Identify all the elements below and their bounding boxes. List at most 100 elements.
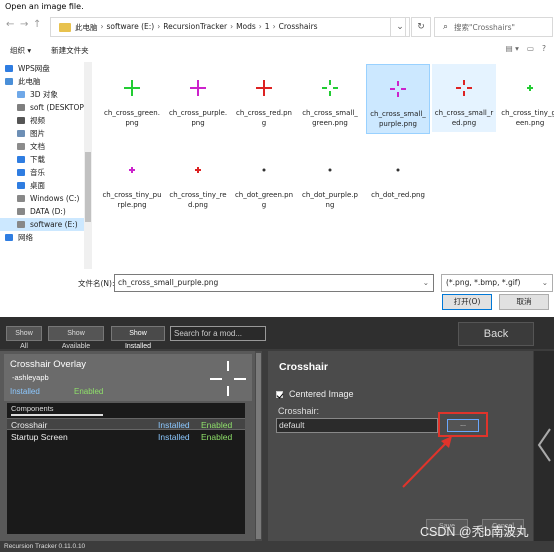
chevron-down-icon[interactable]: ⌄: [423, 275, 429, 291]
nav-item[interactable]: 图片: [0, 127, 91, 140]
nav-item[interactable]: WPS网盘: [0, 62, 91, 75]
crosshair-image-icon: [124, 80, 140, 96]
detail-title: Crosshair: [279, 361, 329, 373]
nav-item[interactable]: DATA (D:): [0, 205, 91, 218]
breadcrumb-separator-icon[interactable]: ›: [230, 22, 233, 33]
file-item[interactable]: ch_cross_red.png: [232, 64, 296, 132]
back-arrow-icon[interactable]: ←: [6, 19, 14, 30]
filename-value: ch_cross_small_purple.png: [118, 278, 219, 287]
breadcrumb-item[interactable]: software (E:): [107, 22, 155, 33]
file-thumbnail: [182, 154, 214, 186]
component-row-crosshair[interactable]: Crosshair Installed Enabled: [7, 418, 245, 430]
file-thumbnail: [448, 72, 480, 104]
filename-input[interactable]: ch_cross_small_purple.png ⌄: [114, 274, 434, 292]
breadcrumb-separator-icon[interactable]: ›: [273, 22, 276, 33]
filename-row: 文件名(N): ch_cross_small_purple.png ⌄ (*.p…: [0, 272, 554, 294]
up-arrow-icon[interactable]: ↑: [33, 19, 41, 30]
address-bar[interactable]: 此电脑 › software (E:) › RecursionTracker › Mods ›…: [50, 17, 406, 37]
browse-button[interactable]: ...: [447, 419, 479, 432]
file-item[interactable]: ch_dot_purple.png: [298, 146, 362, 214]
refresh-icon[interactable]: ↻: [411, 17, 431, 37]
breadcrumb-separator-icon[interactable]: ›: [157, 22, 160, 33]
mod-author: -ashleyapb: [12, 373, 49, 382]
organize-menu[interactable]: 组织 ▾: [10, 45, 31, 56]
app-version: Recursion Tracker 0.11.0.10: [4, 543, 86, 550]
chevron-left-icon: [537, 428, 551, 462]
mod-list-scrollbar[interactable]: [255, 351, 262, 541]
nav-item[interactable]: soft (DESKTOP: [0, 101, 91, 114]
help-icon[interactable]: ?: [542, 44, 546, 53]
mod-list-scrollbar-thumb[interactable]: [256, 353, 261, 539]
nav-item[interactable]: 此电脑: [0, 75, 91, 88]
show-available-button[interactable]: Show Available: [48, 326, 104, 350]
file-item[interactable]: ch_cross_small_red.png: [432, 64, 496, 132]
breadcrumb-item[interactable]: Crosshairs: [279, 22, 318, 33]
file-item[interactable]: ch_cross_small_purple.png: [366, 64, 430, 134]
nav-item-icon: [17, 195, 25, 202]
nav-item-label: software (E:): [30, 220, 78, 229]
nav-item-icon: [5, 234, 13, 241]
nav-item[interactable]: 视频: [0, 114, 91, 127]
file-item[interactable]: ch_dot_red.png: [366, 146, 430, 204]
address-dropdown-icon[interactable]: ⌄: [390, 17, 410, 37]
cancel-button[interactable]: 取消: [499, 294, 549, 310]
nav-item[interactable]: 下载: [0, 153, 91, 166]
view-options-icon[interactable]: ▤ ▾: [506, 44, 519, 53]
nav-item[interactable]: 3D 对象: [0, 88, 91, 101]
crosshair-path-input[interactable]: default: [276, 418, 438, 433]
show-installed-button[interactable]: Show Installed: [111, 326, 165, 350]
file-item[interactable]: ch_cross_small_green.png: [298, 64, 362, 132]
file-thumbnail: [248, 154, 280, 186]
component-row-startup-screen[interactable]: Startup Screen Installed Enabled: [7, 431, 245, 443]
nav-item-icon: [17, 182, 25, 189]
crosshair-image-icon: [262, 168, 266, 172]
nav-item[interactable]: Windows (C:): [0, 192, 91, 205]
nav-scrollbar[interactable]: [84, 62, 92, 269]
file-name: ch_cross_purple.png: [168, 109, 228, 127]
file-item[interactable]: ch_cross_tiny_purple.png: [100, 146, 164, 214]
file-item[interactable]: ch_cross_tiny_green.png: [498, 64, 554, 132]
chevron-down-icon[interactable]: ⌄: [542, 275, 548, 291]
nav-item[interactable]: 音乐: [0, 166, 91, 179]
file-thumbnail: [248, 72, 280, 104]
file-name: ch_cross_small_purple.png: [370, 110, 426, 128]
preview-pane-icon[interactable]: ▭: [527, 44, 534, 53]
filetype-select[interactable]: (*.png, *.bmp, *.gif) ⌄: [441, 274, 553, 292]
top-bar: Show All Show Available Show Installed S…: [0, 317, 554, 350]
show-all-button[interactable]: Show All: [6, 326, 42, 350]
navigation-pane: WPS网盘 此电脑 3D 对象 soft (DESKTOP 视频 图片 文档 下载音乐桌面 Wi…: [0, 62, 92, 269]
breadcrumb-item[interactable]: 1: [265, 22, 270, 33]
file-item[interactable]: ch_cross_green.png: [100, 64, 164, 132]
file-item[interactable]: ch_dot_green.png: [232, 146, 296, 214]
breadcrumb-separator-icon[interactable]: ›: [259, 22, 262, 33]
new-folder-button[interactable]: 新建文件夹: [51, 45, 89, 56]
next-page-arrow[interactable]: [534, 351, 554, 541]
search-box[interactable]: ⌕ 搜索"Crosshairs": [434, 17, 553, 37]
nav-item[interactable]: 桌面: [0, 179, 91, 192]
mod-search-input[interactable]: Search for a mod...: [170, 326, 266, 341]
file-item[interactable]: ch_cross_tiny_red.png: [166, 146, 230, 214]
breadcrumb-item[interactable]: Mods: [236, 22, 256, 33]
centered-image-checkbox[interactable]: [276, 391, 283, 398]
breadcrumb-separator-icon[interactable]: ›: [101, 22, 104, 33]
nav-item-icon: [17, 208, 25, 215]
nav-item-icon: [17, 156, 25, 163]
back-button[interactable]: Back: [458, 322, 534, 346]
open-button[interactable]: 打开(O): [442, 294, 492, 310]
file-name: ch_cross_tiny_green.png: [501, 109, 554, 127]
breadcrumb-item[interactable]: RecursionTracker: [163, 22, 227, 33]
forward-arrow-icon[interactable]: →: [20, 19, 28, 30]
nav-scrollbar-thumb[interactable]: [85, 152, 91, 222]
nav-item-icon: [17, 104, 25, 111]
nav-item[interactable]: software (E:): [0, 218, 91, 231]
nav-item[interactable]: 网络: [0, 231, 91, 244]
components-underline: [11, 414, 103, 416]
mod-card[interactable]: Crosshair Overlay -ashleyapb Installed E…: [4, 354, 252, 401]
file-thumbnail: [314, 72, 346, 104]
nav-item[interactable]: 文档: [0, 140, 91, 153]
breadcrumb-item[interactable]: 此电脑: [75, 22, 98, 33]
file-name: ch_cross_tiny_red.png: [169, 191, 227, 209]
file-item[interactable]: ch_cross_purple.png: [166, 64, 230, 132]
component-enabled: Enabled: [201, 432, 233, 442]
nav-item-label: 音乐: [30, 168, 45, 177]
